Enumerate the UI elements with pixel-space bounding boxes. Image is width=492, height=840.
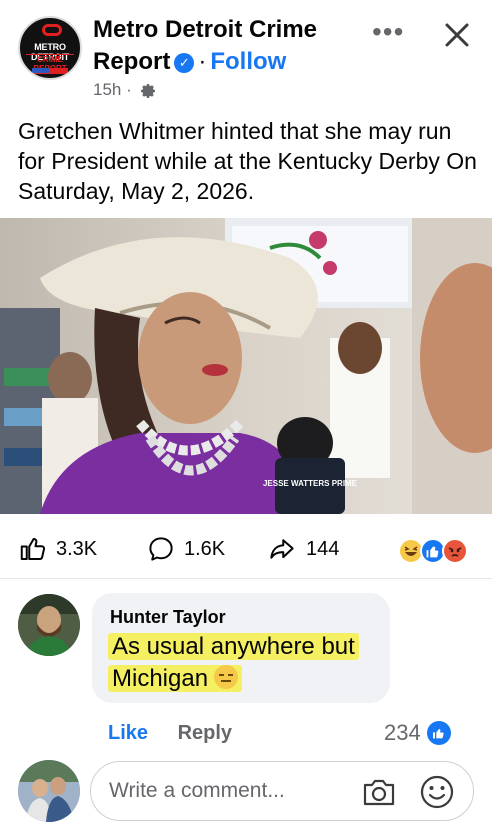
divider: [0, 578, 492, 579]
expressionless-face-icon: [214, 665, 239, 689]
meta-dot: ·: [126, 80, 132, 99]
comment-bubble-icon: [149, 537, 173, 561]
page-name-line: Metro Detroit Crime Report ✓ · Follow: [93, 14, 363, 78]
post-meta: 15h ·: [93, 80, 157, 100]
follow-button[interactable]: Follow: [210, 48, 286, 75]
angry-emoji-icon: [442, 538, 468, 564]
highlighted-comment-text: As usual anywhere but Michigan: [108, 633, 359, 692]
comment-author[interactable]: Hunter Taylor: [110, 607, 226, 628]
dot-separator: ·: [198, 48, 207, 75]
share-count: 144: [306, 537, 340, 560]
commenter-avatar[interactable]: [18, 594, 80, 656]
post-photo[interactable]: JESSE WATTERS PRIME: [0, 218, 492, 514]
comment-count: 1.6K: [184, 537, 226, 560]
gear-icon: [140, 83, 155, 98]
comment-like-summary[interactable]: 234: [384, 720, 451, 746]
comment-like-button[interactable]: Like: [108, 722, 148, 744]
like-action[interactable]: 3.3K: [18, 534, 97, 564]
share-arrow-icon: [270, 539, 294, 559]
comment-actions: Like Reply: [108, 722, 232, 745]
thumbs-up-icon: [20, 538, 46, 560]
verified-badge-icon: ✓: [174, 52, 195, 73]
close-icon[interactable]: [440, 18, 474, 52]
comment-like-count: 234: [384, 720, 421, 745]
mic-flag-text: JESSE WATTERS PRIME: [263, 479, 358, 488]
current-user-avatar[interactable]: [18, 760, 80, 822]
comment-bubble: Hunter Taylor As usual anywhere but Mich…: [92, 593, 390, 703]
reaction-summary[interactable]: [398, 538, 478, 564]
camera-icon[interactable]: [361, 776, 397, 808]
comment-text: As usual anywhere but Michigan: [108, 631, 388, 695]
handcuff-icon: [42, 24, 62, 36]
emoji-picker-icon[interactable]: [419, 774, 455, 810]
avatar-stripe: [32, 68, 68, 73]
post-header: METRO DETROIT CRIME REPORT Metro Detroit…: [0, 0, 492, 110]
post-text: Gretchen Whitmer hinted that she may run…: [18, 118, 477, 204]
comment-composer[interactable]: [90, 761, 474, 821]
comment-reply-button[interactable]: Reply: [178, 722, 232, 744]
page-avatar[interactable]: METRO DETROIT CRIME REPORT: [18, 16, 82, 80]
post-time[interactable]: 15h: [93, 80, 121, 99]
like-count: 3.3K: [56, 537, 98, 560]
post-actions-bar: 3.3K 1.6K 144: [0, 528, 492, 568]
share-action[interactable]: 144: [266, 534, 339, 564]
more-options-icon[interactable]: •••: [372, 18, 404, 46]
like-badge-icon: [426, 721, 451, 745]
comment-input[interactable]: [109, 776, 359, 806]
comment-action[interactable]: 1.6K: [146, 534, 225, 564]
